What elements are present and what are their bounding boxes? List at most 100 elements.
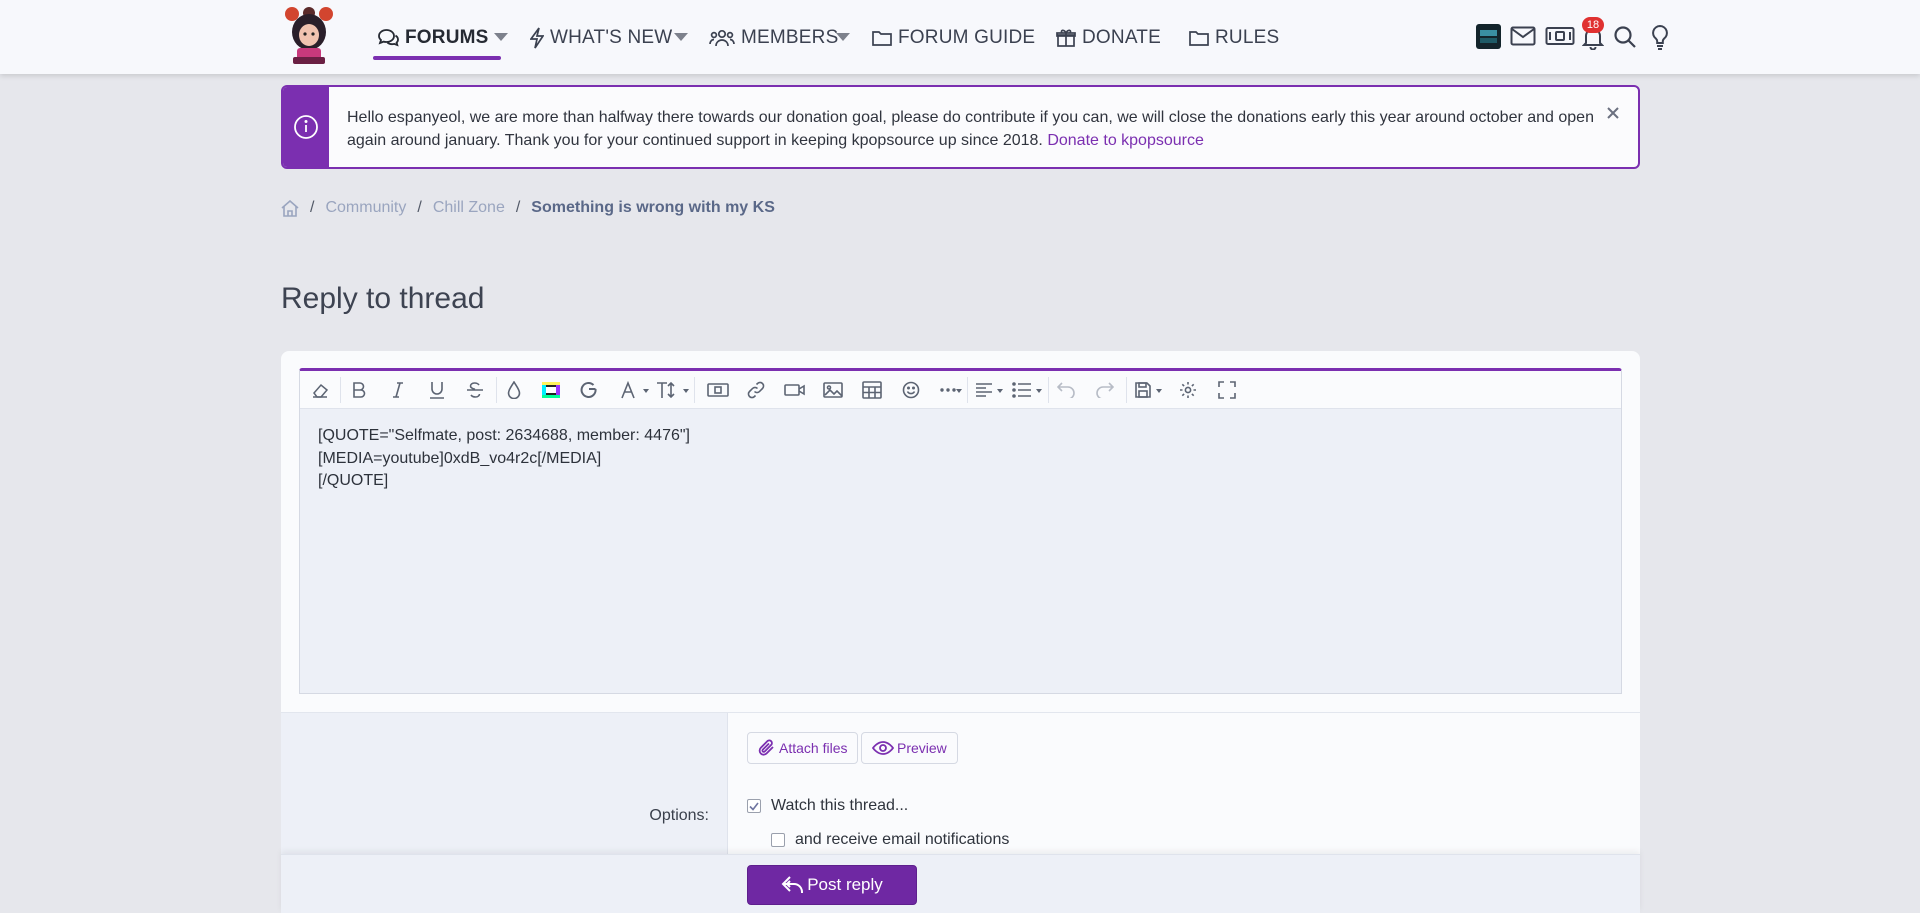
list-icon[interactable] <box>1011 379 1033 401</box>
giphy-icon[interactable] <box>540 379 562 401</box>
info-icon <box>293 114 319 140</box>
table-icon[interactable] <box>861 379 883 401</box>
attach-files-label: Attach files <box>779 740 848 756</box>
user-avatar[interactable] <box>1476 24 1501 49</box>
rich-text-editor: [QUOTE="Selfmate, post: 2634688, member:… <box>299 368 1622 694</box>
message-editor-content[interactable]: [QUOTE="Selfmate, post: 2634688, member:… <box>318 425 1598 493</box>
notification-count-badge: 18 <box>1582 17 1604 33</box>
link-icon[interactable] <box>745 379 767 401</box>
toolbar-separator <box>967 377 968 403</box>
font-family-caret[interactable] <box>643 389 649 393</box>
email-notifications-label: and receive email notifications <box>795 831 1010 848</box>
toolbar-separator <box>1126 377 1127 403</box>
settings-icon[interactable] <box>1177 379 1199 401</box>
donation-notice: Hello espanyeol, we are more than halfwa… <box>281 85 1640 169</box>
preview-label: Preview <box>897 740 947 756</box>
more-caret[interactable] <box>956 389 962 393</box>
options-label: Options: <box>649 807 709 824</box>
users-icon <box>709 28 735 48</box>
attach-files-button[interactable]: Attach files <box>747 732 859 764</box>
donate-link[interactable]: Donate to kpopsource <box>1047 132 1204 149</box>
strikethrough-icon[interactable] <box>464 379 486 401</box>
media-icon[interactable] <box>707 379 729 401</box>
home-icon[interactable] <box>281 199 299 217</box>
form-submit-bar: Post reply <box>281 854 1640 913</box>
lightning-icon <box>530 27 544 49</box>
video-icon[interactable] <box>784 379 806 401</box>
folder-icon <box>872 29 892 47</box>
reply-icon <box>781 875 805 895</box>
breadcrumb-separator: / <box>417 199 422 216</box>
breadcrumb-chill-zone[interactable]: Chill Zone <box>433 199 505 217</box>
align-caret[interactable] <box>997 389 1003 393</box>
active-tab-indicator <box>373 56 501 60</box>
search-icon[interactable] <box>1613 25 1637 49</box>
nav-item-label: MEMBERS <box>741 27 839 48</box>
reply-form: [QUOTE="Selfmate, post: 2634688, member:… <box>281 351 1640 913</box>
breadcrumb-separator: / <box>515 199 521 216</box>
breadcrumb: / Community / Chill Zone / Something is … <box>281 197 775 219</box>
nav-whats-new[interactable]: WHAT'S NEW <box>530 22 672 54</box>
email-notifications-option[interactable]: and receive email notifications <box>771 831 1009 849</box>
list-caret[interactable] <box>1036 389 1042 393</box>
paperclip-icon <box>758 739 776 757</box>
post-reply-button[interactable]: Post reply <box>747 865 917 905</box>
money-icon[interactable] <box>1545 26 1575 46</box>
members-dropdown-caret[interactable] <box>836 33 850 41</box>
nav-item-label: FORUM GUIDE <box>898 27 1036 48</box>
email-notifications-checkbox[interactable] <box>771 833 785 847</box>
nav-members[interactable]: MEMBERS <box>709 22 838 54</box>
whats-new-dropdown-caret[interactable] <box>674 33 688 41</box>
toolbar-separator <box>496 377 497 403</box>
preview-button[interactable]: Preview <box>861 732 958 764</box>
smiley-icon[interactable] <box>900 379 922 401</box>
nav-item-label: WHAT'S NEW <box>550 27 673 48</box>
nav-item-label: RULES <box>1215 27 1280 48</box>
google-font-icon[interactable] <box>578 379 600 401</box>
redo-icon[interactable] <box>1094 379 1116 401</box>
folder-icon <box>1189 29 1209 47</box>
save-draft-caret[interactable] <box>1156 389 1162 393</box>
nav-forums[interactable]: FORUMS <box>377 22 489 54</box>
forums-dropdown-caret[interactable] <box>494 33 508 41</box>
watch-thread-option[interactable]: Watch this thread... <box>747 797 908 815</box>
eraser-icon[interactable] <box>309 379 331 401</box>
fullscreen-icon[interactable] <box>1216 379 1238 401</box>
toolbar-separator <box>1048 377 1049 403</box>
notice-text: Hello espanyeol, we are more than halfwa… <box>347 109 1594 149</box>
undo-icon[interactable] <box>1055 379 1077 401</box>
toolbar-separator <box>694 377 695 403</box>
nav-forum-guide[interactable]: FORUM GUIDE <box>872 22 1035 54</box>
nav-item-label: DONATE <box>1082 27 1161 48</box>
nav-rules[interactable]: RULES <box>1189 22 1279 54</box>
eye-icon <box>872 741 894 755</box>
underline-icon[interactable] <box>426 379 448 401</box>
watch-thread-checkbox[interactable] <box>747 799 761 813</box>
notice-side-bar <box>283 87 329 167</box>
breadcrumb-community[interactable]: Community <box>325 199 406 217</box>
italic-icon[interactable] <box>387 379 409 401</box>
site-logo[interactable] <box>282 4 336 66</box>
editor-toolbar <box>300 371 1621 409</box>
watch-thread-label: Watch this thread... <box>771 797 909 814</box>
align-icon[interactable] <box>973 379 995 401</box>
breadcrumb-current-thread[interactable]: Something is wrong with my KS <box>531 199 775 217</box>
top-navigation: FORUMS WHAT'S NEW MEMBERS FORUM GUIDE DO… <box>0 0 1920 74</box>
font-family-icon[interactable] <box>618 379 640 401</box>
nav-donate[interactable]: DONATE <box>1056 22 1161 54</box>
font-size-icon[interactable] <box>656 379 678 401</box>
notice-message: Hello espanyeol, we are more than halfwa… <box>347 106 1597 152</box>
text-color-icon[interactable] <box>503 379 525 401</box>
lightbulb-icon[interactable] <box>1650 24 1670 50</box>
image-icon[interactable] <box>822 379 844 401</box>
nav-item-label: FORUMS <box>405 27 489 48</box>
chat-bubbles-icon <box>377 28 399 48</box>
page-title: Reply to thread <box>281 282 485 315</box>
font-size-caret[interactable] <box>683 389 689 393</box>
bold-icon[interactable] <box>348 379 370 401</box>
mail-icon[interactable] <box>1510 26 1536 46</box>
save-draft-icon[interactable] <box>1132 379 1154 401</box>
close-icon[interactable] <box>1606 106 1620 120</box>
toolbar-separator <box>340 377 341 403</box>
gift-icon <box>1056 28 1076 48</box>
